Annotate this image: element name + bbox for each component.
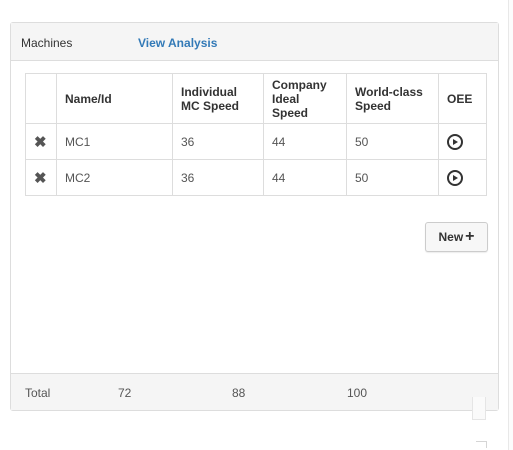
scrollbar[interactable]	[472, 397, 486, 420]
header-name: Name/Id	[56, 73, 173, 124]
machine-name: MC2	[56, 159, 173, 196]
ideal-speed: 44	[263, 159, 347, 196]
world-class-speed: 50	[346, 159, 439, 196]
resize-handle	[476, 441, 487, 448]
table-row: ✖ MC2 36 44 50	[25, 159, 487, 196]
header-world-class-speed: World-class Speed	[346, 73, 439, 124]
individual-speed: 36	[172, 159, 264, 196]
individual-speed: 36	[172, 123, 264, 160]
machine-name: MC1	[56, 123, 173, 160]
play-circle-icon[interactable]	[447, 169, 463, 186]
machines-table: Name/Id Individual MC Speed Company Idea…	[25, 73, 487, 196]
table-row: ✖ MC1 36 44 50	[25, 123, 487, 160]
header-delete	[25, 73, 57, 124]
delete-row-close-icon[interactable]: ✖	[25, 123, 57, 160]
total-individual-speed: 72	[118, 386, 132, 400]
view-analysis-link[interactable]: View Analysis	[138, 36, 217, 50]
delete-row-close-icon[interactable]: ✖	[25, 159, 57, 196]
machines-panel: Machines View Analysis Name/Id Individua…	[10, 22, 499, 411]
total-ideal-speed: 88	[232, 386, 246, 400]
panel-heading: Machines View Analysis	[11, 23, 498, 61]
ideal-speed: 44	[263, 123, 347, 160]
table-header-row: Name/Id Individual MC Speed Company Idea…	[25, 73, 487, 124]
oee-cell[interactable]	[438, 123, 487, 160]
total-label: Total	[25, 386, 51, 400]
play-circle-icon[interactable]	[447, 133, 463, 150]
new-machine-button[interactable]: New +	[425, 222, 488, 252]
header-individual-speed: Individual MC Speed	[172, 73, 264, 124]
panel-footer: Total 72 88 100	[11, 373, 498, 410]
new-button-label: New	[438, 230, 464, 244]
plus-icon: +	[465, 228, 475, 245]
header-ideal-speed: Company Ideal Speed	[263, 73, 347, 124]
total-world-class-speed: 100	[347, 386, 368, 400]
panel-title: Machines	[21, 36, 73, 50]
oee-cell[interactable]	[438, 159, 487, 196]
page-scroll-edge	[508, 0, 513, 450]
world-class-speed: 50	[346, 123, 439, 160]
header-oee: OEE	[438, 73, 487, 124]
